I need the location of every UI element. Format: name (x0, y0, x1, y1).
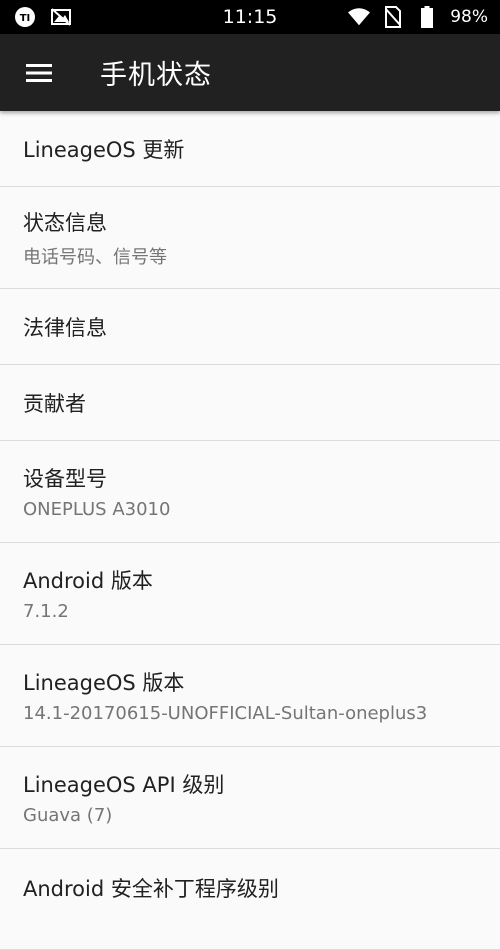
item-title: LineageOS API 级别 (23, 773, 225, 797)
wifi-icon (348, 6, 371, 28)
hamburger-menu-icon (26, 63, 52, 82)
item-title: 状态信息 (23, 210, 107, 235)
lineageos-api-level-item[interactable]: LineageOS API 级别 Guava (7) (0, 747, 500, 849)
android-version-item[interactable]: Android 版本 7.1.2 (0, 543, 500, 645)
status-icons-right: 98% (348, 6, 488, 28)
item-summary: ONEPLUS A3010 (23, 499, 171, 520)
item-summary: 7.1.2 (23, 601, 69, 622)
status-info-item[interactable]: 状态信息 电话号码、信号等 (0, 187, 500, 289)
item-title: Android 版本 (23, 569, 153, 593)
navigation-menu-button[interactable] (0, 34, 78, 111)
item-title: 贡献者 (23, 391, 86, 416)
legal-info-item[interactable]: 法律信息 (0, 289, 500, 365)
item-summary: Guava (7) (23, 805, 113, 826)
item-title: LineageOS 版本 (23, 671, 185, 695)
app-bar: 手机状态 (0, 34, 500, 111)
lineageos-version-item[interactable]: LineageOS 版本 14.1-20170615-UNOFFICIAL-Su… (0, 645, 500, 747)
device-model-item[interactable]: 设备型号 ONEPLUS A3010 (0, 441, 500, 543)
item-title: LineageOS 更新 (23, 137, 185, 162)
item-title: 法律信息 (23, 315, 107, 340)
status-bar: TI 11:15 98% (0, 0, 500, 34)
item-title: 设备型号 (23, 467, 107, 491)
android-security-patch-item[interactable]: Android 安全补丁程序级别 (0, 849, 500, 950)
settings-list: LineageOS 更新 状态信息 电话号码、信号等 法律信息 贡献者 设备型号… (0, 111, 500, 950)
item-summary: 14.1-20170615-UNOFFICIAL-Sultan-oneplus3 (23, 703, 428, 724)
page-title: 手机状态 (100, 60, 212, 91)
no-sim-icon (382, 6, 404, 28)
battery-percent: 98% (450, 7, 488, 27)
battery-icon (416, 6, 438, 28)
lineageos-updates-item[interactable]: LineageOS 更新 (0, 111, 500, 187)
item-summary: 电话号码、信号等 (23, 246, 167, 268)
item-title: Android 安全补丁程序级别 (23, 877, 279, 901)
contributors-item[interactable]: 贡献者 (0, 365, 500, 441)
